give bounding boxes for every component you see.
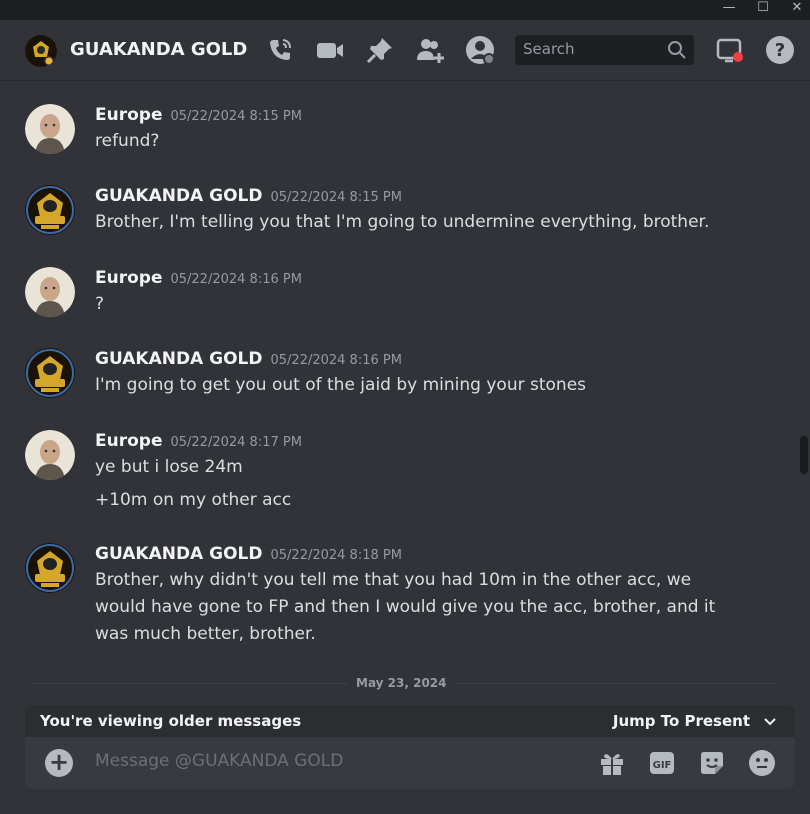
message-text: I'm going to get you out of the jaid by … (95, 375, 587, 395)
message-text: refund? (95, 131, 160, 151)
close-window-button[interactable]: ✕ (782, 0, 810, 20)
scrollbar-thumb[interactable] (800, 436, 808, 474)
add-friend-icon[interactable] (415, 35, 445, 65)
search-box[interactable]: Search (515, 35, 694, 65)
phone-call-icon[interactable] (265, 35, 295, 65)
avatar[interactable] (25, 543, 75, 593)
message-text: ye but i lose 24m (95, 457, 243, 477)
search-icon (667, 40, 687, 60)
add-attachment-icon[interactable]: + (45, 749, 73, 777)
timestamp: 05/22/2024 8:18 PM (270, 548, 402, 563)
svg-text:?: ? (775, 40, 785, 61)
author-name[interactable]: GUAKANDA GOLD (95, 186, 263, 206)
avatar[interactable] (25, 185, 75, 235)
message-composer: + Message @GUAKANDA GOLD GIF (25, 737, 795, 789)
timestamp: 05/22/2024 8:16 PM (170, 272, 302, 287)
sticker-icon[interactable] (698, 749, 726, 777)
message-text: +10m on my other acc (95, 490, 292, 510)
dm-title: GUAKANDA GOLD (70, 39, 248, 60)
avatar[interactable] (25, 104, 75, 154)
channel-header: GUAKANDA GOLD Search ? (0, 20, 810, 81)
gif-icon[interactable]: GIF (648, 749, 676, 777)
pin-icon[interactable] (365, 35, 395, 65)
profile-icon[interactable] (465, 35, 495, 65)
avatar[interactable] (25, 267, 75, 317)
window-titlebar: — ☐ ✕ (0, 0, 810, 20)
avatar[interactable] (25, 430, 75, 480)
older-messages-text: You're viewing older messages (40, 712, 302, 730)
message-text: ? (95, 294, 105, 314)
help-icon[interactable]: ? (765, 35, 795, 65)
author-name[interactable]: Europe (95, 431, 162, 451)
message-text: Brother, I'm telling you that I'm going … (95, 212, 710, 232)
timestamp: 05/22/2024 8:15 PM (170, 109, 302, 124)
minimize-button[interactable]: — (714, 0, 744, 20)
author-name[interactable]: GUAKANDA GOLD (95, 349, 263, 369)
message-input[interactable]: Message @GUAKANDA GOLD (95, 751, 343, 771)
dm-avatar[interactable] (25, 35, 57, 67)
jump-to-present-button[interactable]: Jump To Present (613, 712, 750, 730)
message-text: Brother, why didn't you tell me that you… (95, 570, 716, 644)
author-name[interactable]: Europe (95, 105, 162, 125)
avatar[interactable] (25, 348, 75, 398)
author-name[interactable]: GUAKANDA GOLD (95, 544, 263, 564)
timestamp: 05/22/2024 8:17 PM (170, 435, 302, 450)
maximize-button[interactable]: ☐ (748, 0, 778, 20)
author-name[interactable]: Europe (95, 268, 162, 288)
inbox-icon[interactable] (715, 35, 745, 65)
older-messages-bar: You're viewing older messages Jump To Pr… (25, 705, 795, 737)
gift-icon[interactable] (598, 749, 626, 777)
gif-label: GIF (653, 760, 672, 771)
chevron-down-icon[interactable] (763, 714, 777, 728)
date-divider-label: May 23, 2024 (348, 676, 455, 690)
timestamp: 05/22/2024 8:15 PM (270, 190, 402, 205)
video-icon[interactable] (315, 35, 345, 65)
emoji-icon[interactable] (748, 749, 776, 777)
search-placeholder: Search (523, 40, 575, 58)
timestamp: 05/22/2024 8:16 PM (270, 353, 402, 368)
